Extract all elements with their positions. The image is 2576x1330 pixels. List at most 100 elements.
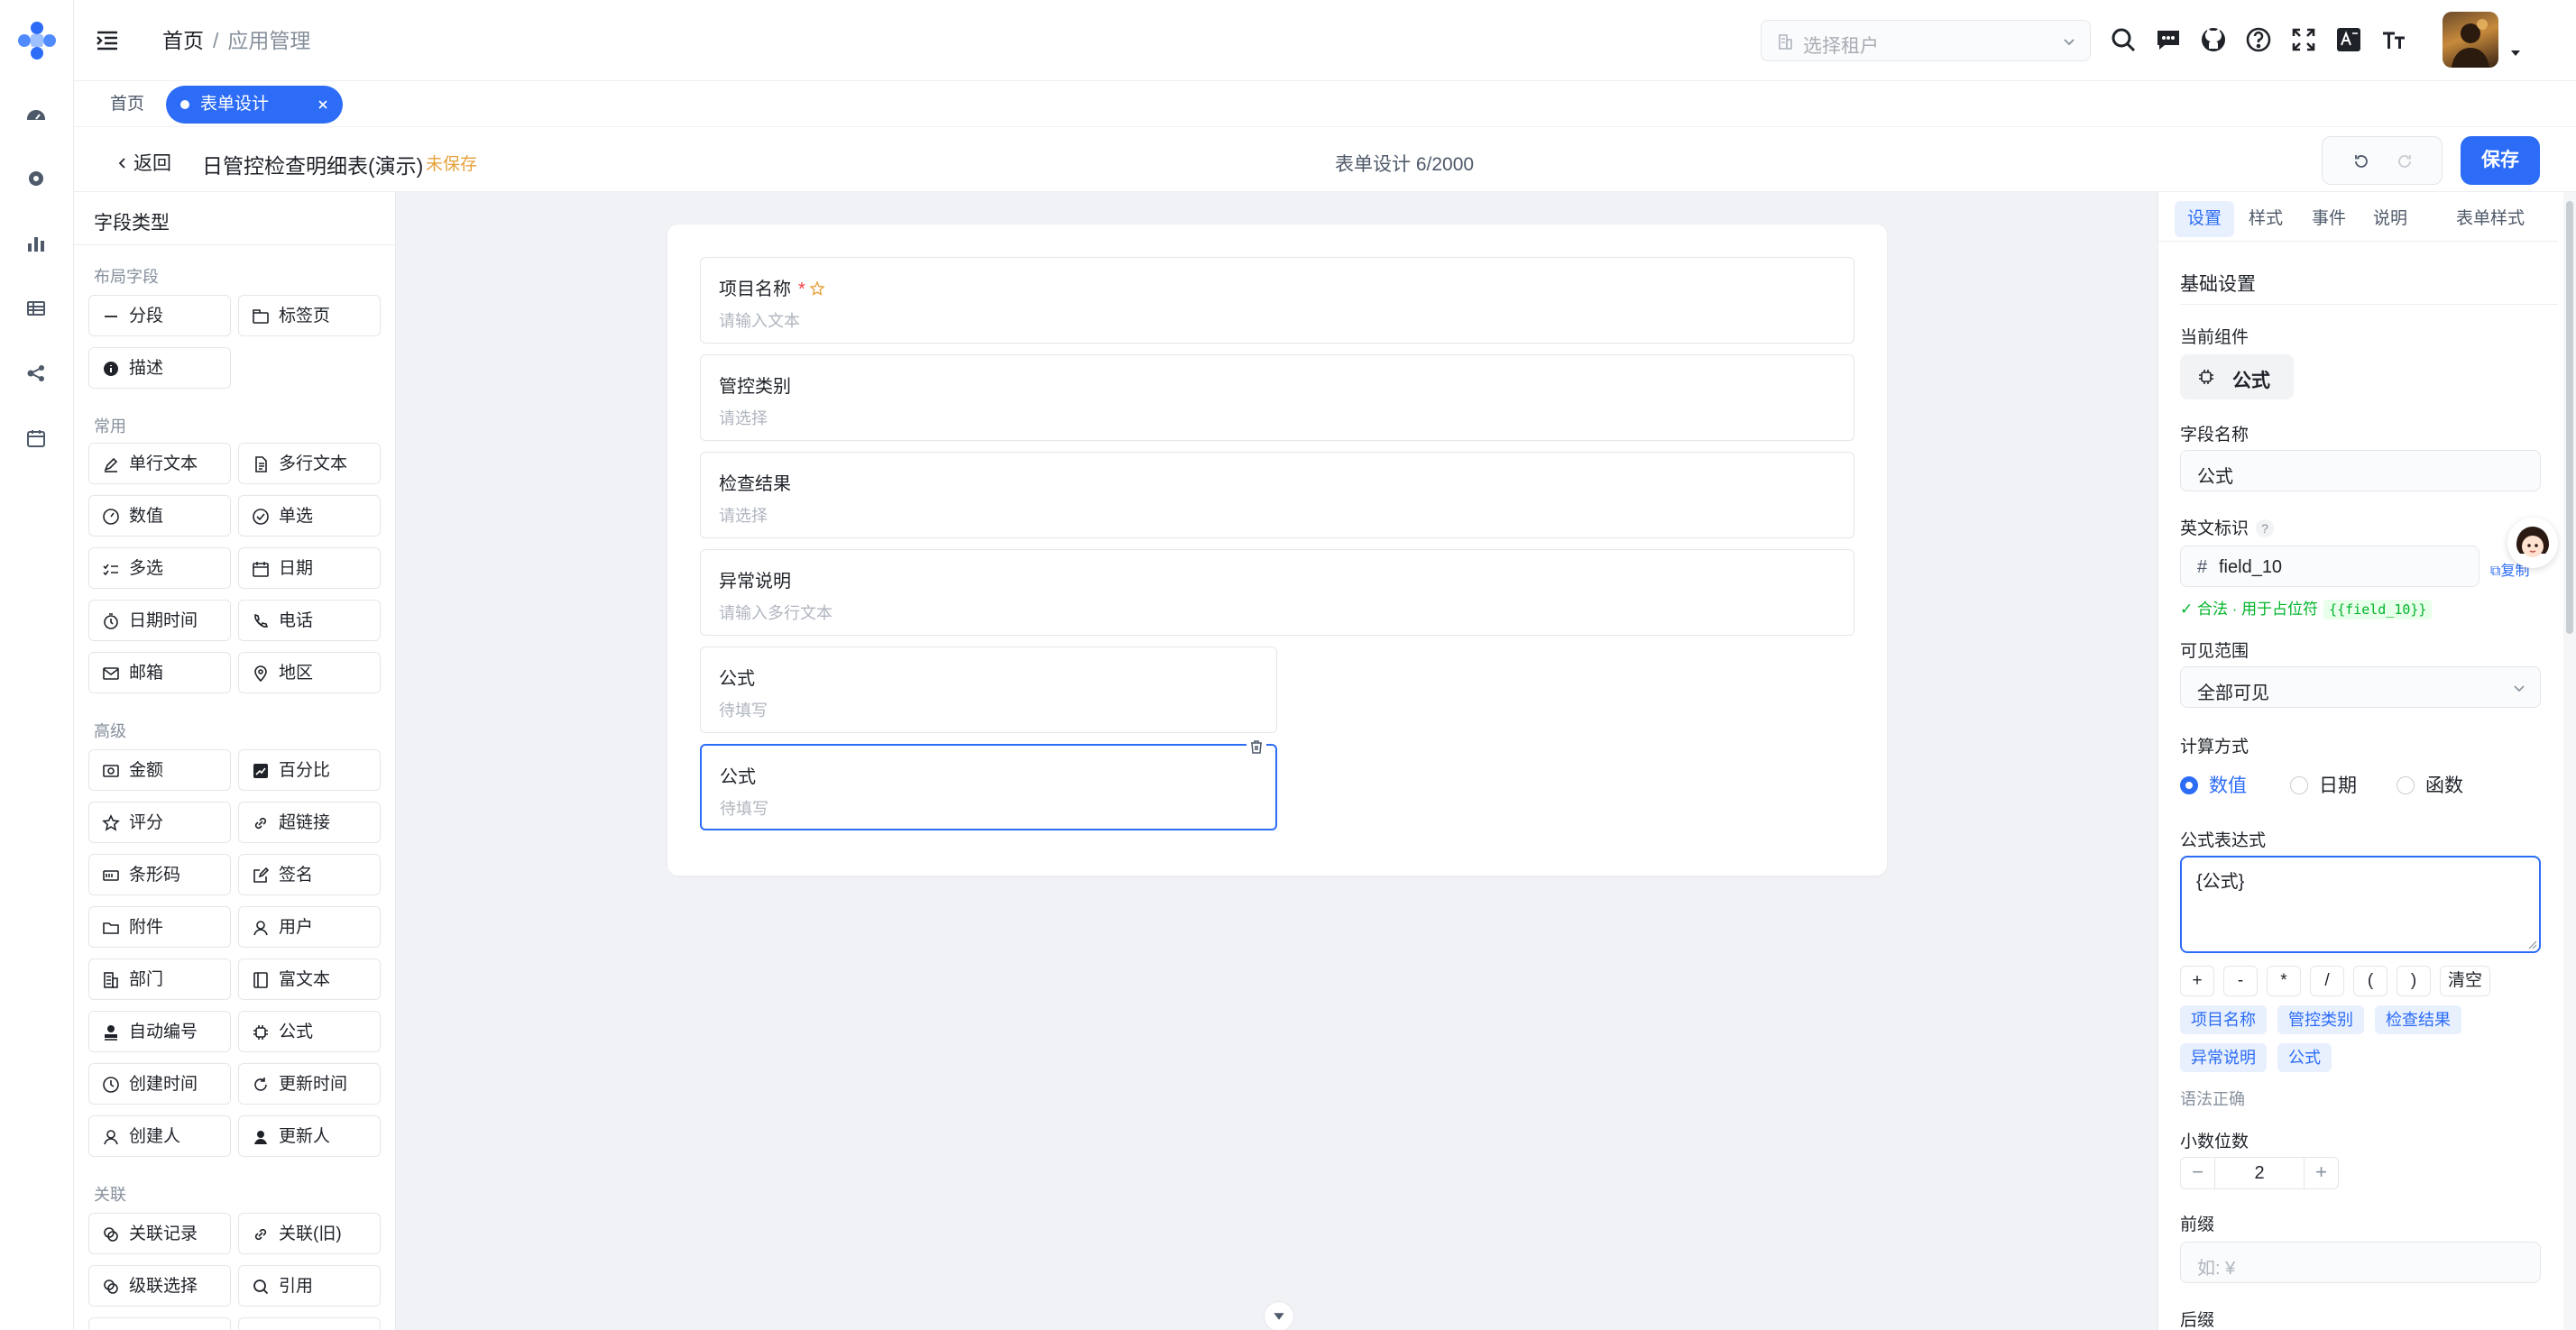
decimals-value[interactable]: 2 (2215, 1158, 2304, 1188)
breadcrumb-home[interactable]: 首页 (162, 29, 204, 52)
tab-form-style[interactable]: 表单样式 (2443, 201, 2537, 237)
tab-settings[interactable]: 设置 (2175, 201, 2235, 237)
field-radio[interactable]: 单选 (238, 495, 381, 537)
field-department[interactable]: 部门 (88, 959, 231, 1000)
op-plus-button[interactable]: + (2180, 966, 2214, 996)
field-region[interactable]: 地区 (238, 652, 381, 693)
field-description[interactable]: 描述 (88, 347, 231, 389)
english-id-input[interactable]: # field_10 (2180, 546, 2479, 587)
field-single-text[interactable]: 单行文本 (88, 443, 231, 484)
search-icon[interactable] (2109, 25, 2138, 54)
field-multi-text[interactable]: 多行文本 (238, 443, 381, 484)
formula-textarea[interactable]: {公式} (2180, 856, 2541, 953)
scrollbar-thumb[interactable] (2566, 201, 2573, 634)
user-avatar[interactable] (2443, 12, 2498, 68)
op-divide-button[interactable]: / (2310, 966, 2344, 996)
panel-scrollbar[interactable] (2563, 192, 2576, 1330)
collapse-down-icon[interactable] (1264, 1301, 1294, 1330)
menu-toggle-icon[interactable] (94, 27, 121, 54)
assistant-avatar[interactable] (2507, 518, 2558, 568)
form-field-control-category[interactable]: 管控类别 请选择 (700, 354, 1854, 441)
field-email[interactable]: 邮箱 (88, 652, 231, 693)
field-tag[interactable]: 检查结果 (2375, 1005, 2461, 1034)
radio-date[interactable]: 日期 (2290, 771, 2357, 798)
close-icon[interactable] (316, 97, 330, 112)
message-icon[interactable] (2154, 25, 2183, 54)
increment-button[interactable]: + (2304, 1158, 2338, 1188)
app-logo[interactable] (16, 20, 58, 61)
tab-home[interactable]: 首页 (99, 87, 155, 123)
help-icon[interactable] (2244, 25, 2273, 54)
dashboard-icon[interactable] (25, 105, 47, 126)
radio-function[interactable]: 函数 (2397, 771, 2463, 798)
redo-icon[interactable] (2395, 151, 2415, 171)
back-button[interactable]: 返回 (115, 149, 171, 176)
visibility-select[interactable]: 全部可见 (2180, 666, 2541, 708)
field-date[interactable]: 日期 (238, 547, 381, 589)
field-cascade[interactable]: 级联选择 (88, 1265, 231, 1307)
field-datetime[interactable]: 日期时间 (88, 600, 231, 641)
form-field-exception-note[interactable]: 异常说明 请输入多行文本 (700, 549, 1854, 636)
field-updater[interactable]: 更新人 (238, 1115, 381, 1157)
field-more-left[interactable] (88, 1317, 231, 1330)
clear-button[interactable]: 清空 (2440, 966, 2491, 996)
field-attachment[interactable]: 附件 (88, 906, 231, 948)
star-icon[interactable] (809, 280, 825, 297)
tab-style[interactable]: 样式 (2236, 201, 2295, 237)
trash-icon[interactable] (1247, 737, 1266, 757)
field-number[interactable]: 数值 (88, 495, 231, 537)
field-autonumber[interactable]: 自动编号 (88, 1011, 231, 1052)
form-field-formula-2-selected[interactable]: 公式 待填写 (700, 737, 1277, 830)
field-formula[interactable]: 公式 (238, 1011, 381, 1052)
field-percent[interactable]: 百分比 (238, 749, 381, 791)
tab-form-design[interactable]: 表单设计 (166, 86, 343, 124)
op-rparen-button[interactable]: ) (2397, 966, 2431, 996)
form-field-project-name[interactable]: 项目名称 * 请输入文本 (700, 257, 1854, 344)
field-created-time[interactable]: 创建时间 (88, 1063, 231, 1105)
help-icon[interactable]: ? (2256, 519, 2275, 537)
table-icon[interactable] (25, 298, 47, 319)
caret-down-icon[interactable] (2509, 47, 2522, 60)
field-name-input[interactable]: 公式 (2180, 450, 2541, 491)
field-tag[interactable]: 管控类别 (2277, 1005, 2364, 1034)
settings-icon[interactable] (25, 168, 47, 189)
field-richtext[interactable]: 富文本 (238, 959, 381, 1000)
chart-icon[interactable] (25, 233, 47, 254)
tenant-select[interactable]: 选择租户 (1761, 20, 2091, 61)
op-multiply-button[interactable]: * (2267, 966, 2301, 996)
field-user[interactable]: 用户 (238, 906, 381, 948)
font-size-icon[interactable] (2379, 25, 2408, 54)
form-field-formula-1[interactable]: 公式 待填写 (700, 647, 1277, 733)
field-barcode[interactable]: 条形码 (88, 854, 231, 895)
field-section[interactable]: 分段 (88, 295, 231, 336)
decimals-stepper[interactable]: − 2 + (2180, 1157, 2339, 1189)
field-phone[interactable]: 电话 (238, 600, 381, 641)
field-checkbox[interactable]: 多选 (88, 547, 231, 589)
decrement-button[interactable]: − (2181, 1158, 2215, 1188)
github-icon[interactable] (2199, 25, 2228, 54)
field-tag[interactable]: 项目名称 (2180, 1005, 2267, 1034)
workflow-icon[interactable] (25, 362, 47, 384)
field-relation-old[interactable]: 关联(旧) (238, 1213, 381, 1254)
resize-handle-icon[interactable] (2526, 939, 2537, 949)
fullscreen-icon[interactable] (2289, 25, 2318, 54)
translate-icon[interactable] (2334, 25, 2363, 54)
undo-icon[interactable] (2351, 151, 2371, 171)
op-minus-button[interactable]: - (2223, 966, 2258, 996)
tab-events[interactable]: 事件 (2299, 201, 2359, 237)
field-reference[interactable]: 引用 (238, 1265, 381, 1307)
field-creator[interactable]: 创建人 (88, 1115, 231, 1157)
field-tabpage[interactable]: 标签页 (238, 295, 381, 336)
tab-notes[interactable]: 说明 (2360, 201, 2420, 237)
field-relation-record[interactable]: 关联记录 (88, 1213, 231, 1254)
field-hyperlink[interactable]: 超链接 (238, 802, 381, 843)
save-button[interactable]: 保存 (2461, 136, 2540, 185)
op-lparen-button[interactable]: ( (2353, 966, 2387, 996)
calendar-icon[interactable] (25, 427, 47, 449)
field-tag[interactable]: 异常说明 (2180, 1043, 2267, 1072)
field-more-right[interactable] (238, 1317, 381, 1330)
field-rating[interactable]: 评分 (88, 802, 231, 843)
form-field-check-result[interactable]: 检查结果 请选择 (700, 452, 1854, 538)
radio-number[interactable]: 数值 (2180, 771, 2247, 798)
field-signature[interactable]: 签名 (238, 854, 381, 895)
